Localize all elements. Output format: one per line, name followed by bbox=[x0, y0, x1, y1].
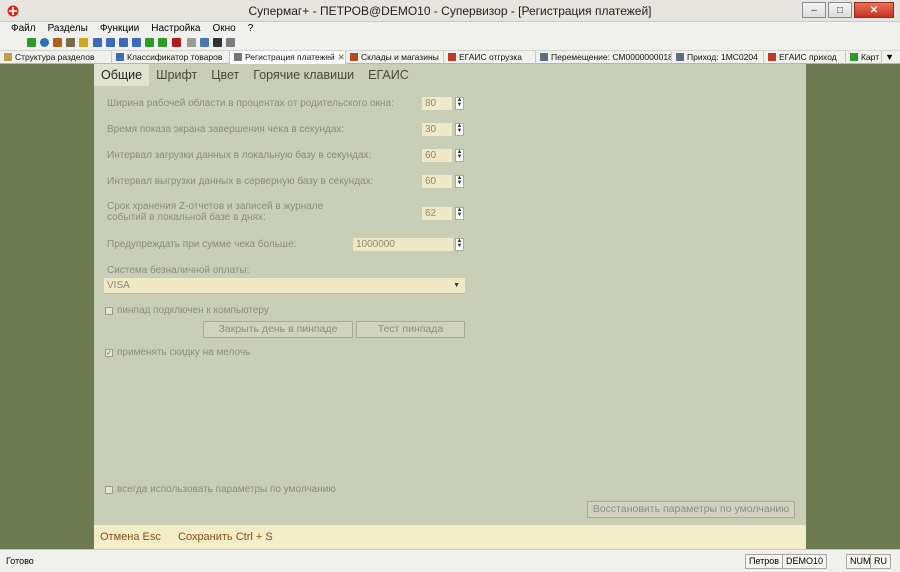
egais-icon bbox=[768, 53, 776, 61]
receipt-icon bbox=[676, 53, 684, 61]
test-pinpad-button[interactable]: Тест пинпада bbox=[356, 321, 465, 338]
toolbar bbox=[0, 36, 900, 50]
tab-egais[interactable]: ЕГАИС bbox=[361, 64, 416, 86]
warn-sum-input[interactable]: 1000000 bbox=[353, 238, 453, 251]
toolbar-doc-icon[interactable] bbox=[132, 38, 141, 47]
cashless-select[interactable]: VISA ▼ bbox=[104, 278, 465, 294]
status-text: Готово bbox=[6, 556, 34, 566]
pinpad-connected-label: пинпад подключен к компьютеру bbox=[117, 305, 269, 316]
tab-structure[interactable]: Структура разделов bbox=[0, 51, 112, 64]
toolbar-doc-in-icon[interactable] bbox=[93, 38, 102, 47]
load-interval-input[interactable]: 60 bbox=[422, 149, 452, 162]
receipt-time-spinner[interactable]: ▲ ▼ bbox=[455, 123, 464, 136]
tabs-overflow-icon[interactable]: ▼ bbox=[885, 51, 894, 64]
always-defaults-checkbox[interactable] bbox=[105, 486, 113, 494]
tab-warehouses[interactable]: Склады и магазины bbox=[346, 51, 444, 64]
status-lang: RU bbox=[870, 554, 891, 569]
chevron-down-icon[interactable]: ▼ bbox=[453, 278, 460, 294]
menu-settings[interactable]: Настройка bbox=[146, 22, 205, 36]
egais-icon bbox=[448, 53, 456, 61]
restore-defaults-button[interactable]: Восстановить параметры по умолчанию bbox=[587, 501, 795, 518]
tab-card[interactable]: Карт bbox=[846, 51, 882, 64]
tab-color[interactable]: Цвет bbox=[204, 64, 246, 86]
toolbar-copy-icon[interactable] bbox=[187, 38, 196, 47]
warn-sum-label: Предупреждать при сумме чека больше: bbox=[107, 239, 297, 250]
menu-window[interactable]: Окно bbox=[207, 22, 240, 36]
always-defaults-label: всегда использовать параметры по умолчан… bbox=[117, 484, 336, 495]
close-button[interactable]: ✕ bbox=[854, 2, 894, 18]
toolbar-barcode-icon[interactable] bbox=[213, 38, 222, 47]
receipt-time-label: Время показа экрана завершения чека в се… bbox=[107, 124, 345, 135]
cashless-label: Система безналичной оплаты: bbox=[107, 265, 250, 276]
payment-icon bbox=[234, 53, 242, 61]
load-interval-spinner[interactable]: ▲ ▼ bbox=[455, 149, 464, 162]
upload-interval-input[interactable]: 60 bbox=[422, 175, 452, 188]
work-area-spinner[interactable]: ▲ ▼ bbox=[455, 97, 464, 110]
tab-egais-receipt[interactable]: ЕГАИС приход bbox=[764, 51, 846, 64]
warn-sum-spinner[interactable]: ▲ ▼ bbox=[455, 238, 464, 251]
tab-hotkeys[interactable]: Горячие клавиши bbox=[246, 64, 361, 86]
tab-font[interactable]: Шрифт bbox=[149, 64, 204, 86]
minimize-button[interactable]: – bbox=[802, 2, 826, 18]
tab-classifier[interactable]: Классификатор товаров bbox=[112, 51, 230, 64]
cancel-button[interactable]: Отмена Esc bbox=[100, 531, 161, 543]
close-tab-icon[interactable]: ✕ bbox=[338, 52, 345, 62]
menu-sections[interactable]: Разделы bbox=[43, 22, 93, 36]
menu-bar: Файл Разделы Функции Настройка Окно? bbox=[0, 22, 900, 36]
transfer-icon bbox=[540, 53, 548, 61]
menu-file[interactable]: Файл bbox=[6, 22, 41, 36]
apply-discount-checkbox[interactable]: ✓ bbox=[105, 349, 113, 357]
tab-payments[interactable]: Регистрация платежей ✕ bbox=[230, 51, 346, 64]
toolbar-chart-icon[interactable] bbox=[79, 38, 88, 47]
tab-egais-shipment[interactable]: ЕГАИС отгрузка bbox=[444, 51, 536, 64]
document-tabs: Структура разделов Классификатор товаров… bbox=[0, 50, 900, 64]
toolbar-calendar-icon[interactable] bbox=[200, 38, 209, 47]
toolbar-new-icon[interactable] bbox=[27, 38, 36, 47]
toolbar-green-icon[interactable] bbox=[145, 38, 154, 47]
tab-transfer[interactable]: Перемещение: СМ0000000018 bbox=[536, 51, 672, 64]
restore-button[interactable]: □ bbox=[828, 2, 852, 18]
toolbar-bar-icon[interactable] bbox=[158, 38, 167, 47]
tab-receipt[interactable]: Приход: 1МС0204 bbox=[672, 51, 764, 64]
toolbar-globe-icon[interactable] bbox=[40, 38, 49, 47]
title-bar: Супермаг+ - ПЕТРОВ@DEMO10 - Супервизор -… bbox=[0, 0, 900, 22]
z-reports-spinner[interactable]: ▲ ▼ bbox=[455, 207, 464, 220]
toolbar-doc-move-icon[interactable] bbox=[119, 38, 128, 47]
receipt-time-input[interactable]: 30 bbox=[422, 123, 452, 136]
z-reports-input[interactable]: 62 bbox=[422, 207, 452, 220]
tree-icon bbox=[4, 53, 12, 61]
toolbar-doc-out-icon[interactable] bbox=[106, 38, 115, 47]
close-day-pinpad-button[interactable]: Закрыть день в пинпаде bbox=[203, 321, 353, 338]
cashless-select-value: VISA bbox=[107, 280, 130, 291]
tab-general[interactable]: Общие bbox=[94, 64, 150, 86]
card-icon bbox=[850, 53, 858, 61]
settings-panel: Общие Шрифт Цвет Горячие клавиши ЕГАИС Ш… bbox=[94, 64, 806, 525]
upload-interval-label: Интервал выгрузки данных в серверную баз… bbox=[107, 176, 374, 187]
warehouse-icon bbox=[350, 53, 358, 61]
upload-interval-spinner[interactable]: ▲ ▼ bbox=[455, 175, 464, 188]
pinpad-connected-checkbox[interactable] bbox=[105, 307, 113, 315]
work-area-label: Ширина рабочей области в процентах от ро… bbox=[107, 98, 394, 109]
save-button[interactable]: Сохранить Ctrl + S bbox=[178, 531, 273, 543]
load-interval-label: Интервал загрузки данных в локальную баз… bbox=[107, 150, 372, 161]
window-title: Супермаг+ - ПЕТРОВ@DEMO10 - Супервизор -… bbox=[248, 4, 652, 18]
status-bar: Готово Петров DEMO10 NUM RU bbox=[0, 549, 900, 572]
settings-tabs: Общие Шрифт Цвет Горячие клавиши ЕГАИС bbox=[94, 64, 416, 86]
toolbar-book-icon[interactable] bbox=[172, 38, 181, 47]
apply-discount-label: применять скидку на мелочь bbox=[117, 347, 251, 358]
toolbar-store-icon[interactable] bbox=[53, 38, 62, 47]
left-margin bbox=[0, 64, 94, 549]
menu-help[interactable]: ? bbox=[243, 22, 259, 36]
footer-action-bar: Отмена Esc Сохранить Ctrl + S bbox=[94, 525, 806, 549]
z-reports-label-line2: событий в локальной базе в днях: bbox=[107, 212, 266, 223]
toolbar-calc-icon[interactable] bbox=[226, 38, 235, 47]
classifier-icon bbox=[116, 53, 124, 61]
toolbar-list-icon[interactable] bbox=[66, 38, 75, 47]
status-user: Петров bbox=[745, 554, 784, 569]
status-db: DEMO10 bbox=[782, 554, 828, 569]
menu-functions[interactable]: Функции bbox=[95, 22, 144, 36]
work-area-input[interactable]: 80 bbox=[422, 97, 452, 110]
right-margin bbox=[806, 64, 900, 549]
